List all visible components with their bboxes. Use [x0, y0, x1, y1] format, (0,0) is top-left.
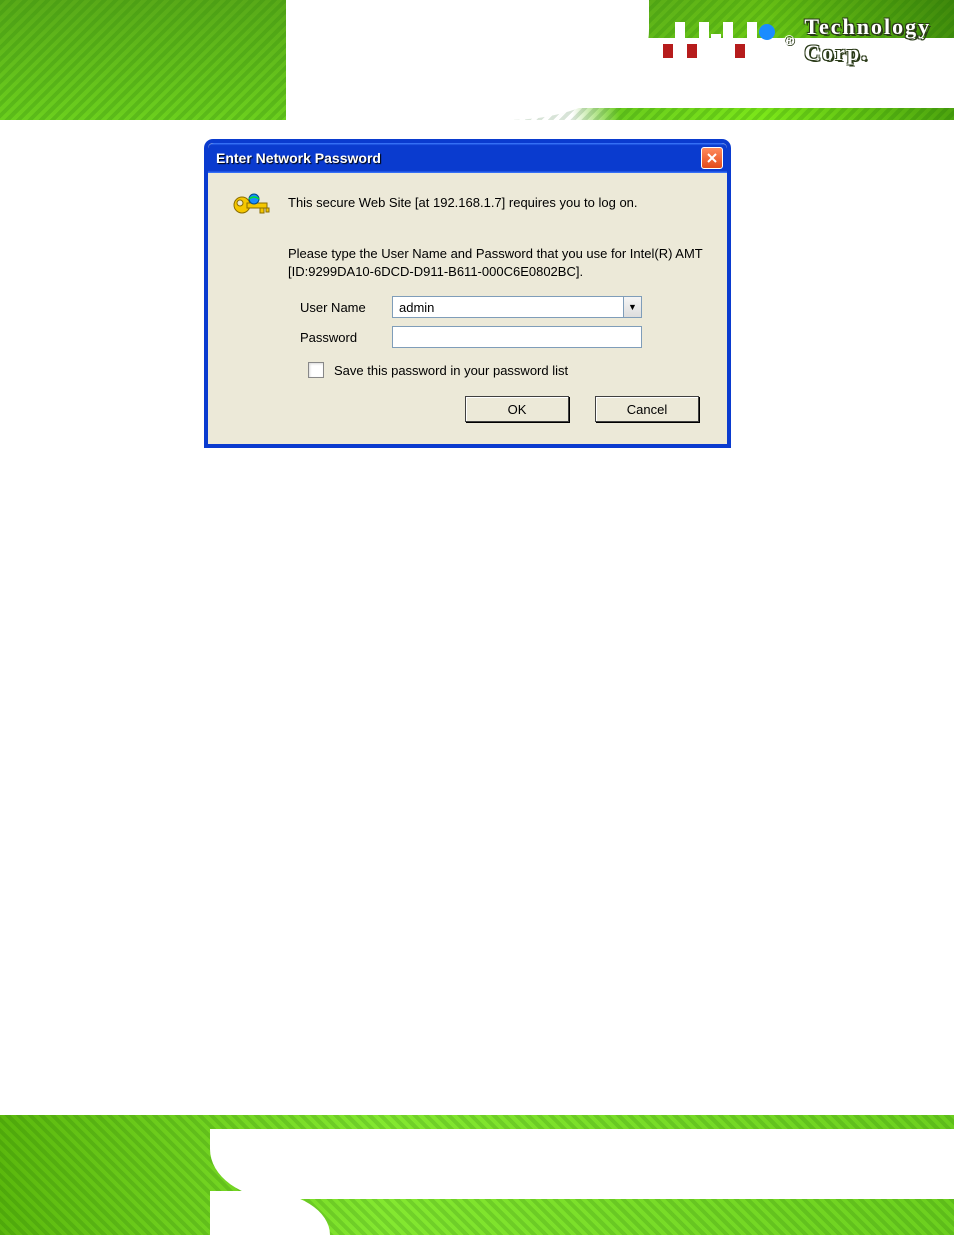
username-row: User Name ▼ [300, 296, 705, 318]
password-input[interactable] [392, 326, 642, 348]
key-icon [230, 191, 274, 235]
footer-curve-decoration [210, 1129, 954, 1199]
brand-text: Technology Corp. [804, 14, 952, 66]
save-password-label: Save this password in your password list [334, 363, 568, 378]
ok-button-label: OK [508, 402, 527, 417]
iei-logo-icon [662, 22, 776, 58]
dialog-title: Enter Network Password [216, 150, 701, 166]
ok-button[interactable]: OK [465, 396, 569, 422]
username-input[interactable] [393, 297, 623, 317]
dialog-message-2: Please type the User Name and Password t… [288, 245, 705, 280]
network-password-dialog: Enter Network Password This secure Web S… [205, 140, 730, 447]
dialog-button-row: OK Cancel [230, 396, 705, 422]
username-label: User Name [300, 300, 392, 315]
dialog-titlebar[interactable]: Enter Network Password [208, 143, 727, 173]
dialog-body: This secure Web Site [at 192.168.1.7] re… [208, 173, 727, 444]
footer-banner [0, 1115, 954, 1235]
password-row: Password [300, 326, 705, 348]
close-icon [707, 150, 717, 166]
save-password-checkbox[interactable] [308, 362, 324, 378]
password-label: Password [300, 330, 392, 345]
dialog-message-1: This secure Web Site [at 192.168.1.7] re… [288, 191, 638, 210]
header-banner: ® Technology Corp. [0, 0, 954, 120]
cancel-button-label: Cancel [627, 402, 667, 417]
registered-mark: ® [784, 32, 794, 48]
brand-logo: ® Technology Corp. [662, 4, 952, 76]
username-combobox[interactable]: ▼ [392, 296, 642, 318]
save-password-row: Save this password in your password list [308, 362, 705, 378]
cancel-button[interactable]: Cancel [595, 396, 699, 422]
close-button[interactable] [701, 147, 723, 169]
chevron-down-icon: ▼ [628, 302, 637, 312]
dropdown-button[interactable]: ▼ [623, 297, 641, 317]
